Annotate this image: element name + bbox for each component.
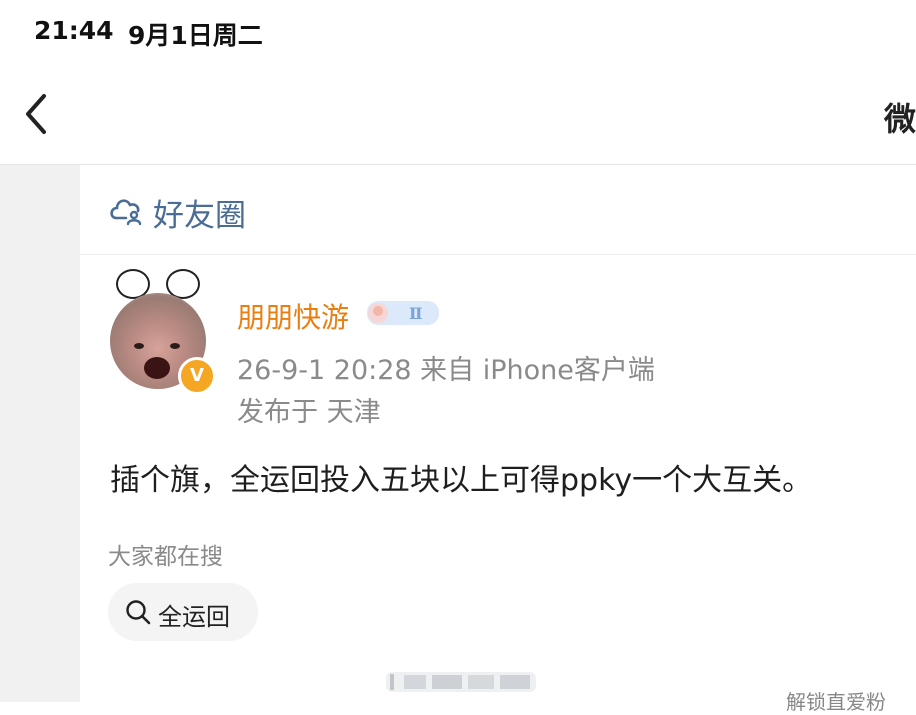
post-location: 发布于 天津 [237, 397, 381, 428]
cutoff-text: 解锁直爱粉 [786, 690, 886, 714]
nav-bar: 微 [0, 64, 916, 165]
member-badge-icon: Ⅱ [367, 301, 439, 325]
status-time: 21:44 [34, 16, 114, 45]
friends-circle-row[interactable]: 好友圈 [80, 165, 916, 255]
trending-label: 大家都在搜 [108, 544, 223, 570]
svg-text:Ⅱ: Ⅱ [409, 304, 422, 323]
chevron-left-icon [26, 94, 46, 134]
back-button[interactable] [18, 90, 58, 138]
trending-search-chip[interactable]: 全运回 [108, 583, 258, 641]
post-meta: 26-9-1 20:28 来自 iPhone客户端 [237, 355, 655, 386]
cloud-people-icon [110, 199, 142, 226]
nav-title: 微 [884, 100, 916, 138]
status-date: 9月1日周二 [128, 21, 263, 50]
post-content: 插个旗，全运回投入五块以上可得ppky一个大互关。 [110, 463, 813, 498]
username[interactable]: 朋朋快游 [237, 296, 349, 336]
post-card: 好友圈 V 朋朋快游 Ⅱ 26-9-1 20:28 来自 iPhone客户端 发… [80, 165, 916, 702]
search-icon [126, 600, 151, 625]
left-gutter [0, 165, 80, 702]
blurred-content-strip [386, 672, 536, 692]
avatar[interactable]: V [106, 269, 216, 395]
friends-circle-label: 好友圈 [153, 198, 246, 234]
verified-badge: V [178, 357, 216, 395]
trending-search-text: 全运回 [158, 603, 230, 631]
status-bar: 21:44 9月1日周二 [0, 0, 916, 64]
